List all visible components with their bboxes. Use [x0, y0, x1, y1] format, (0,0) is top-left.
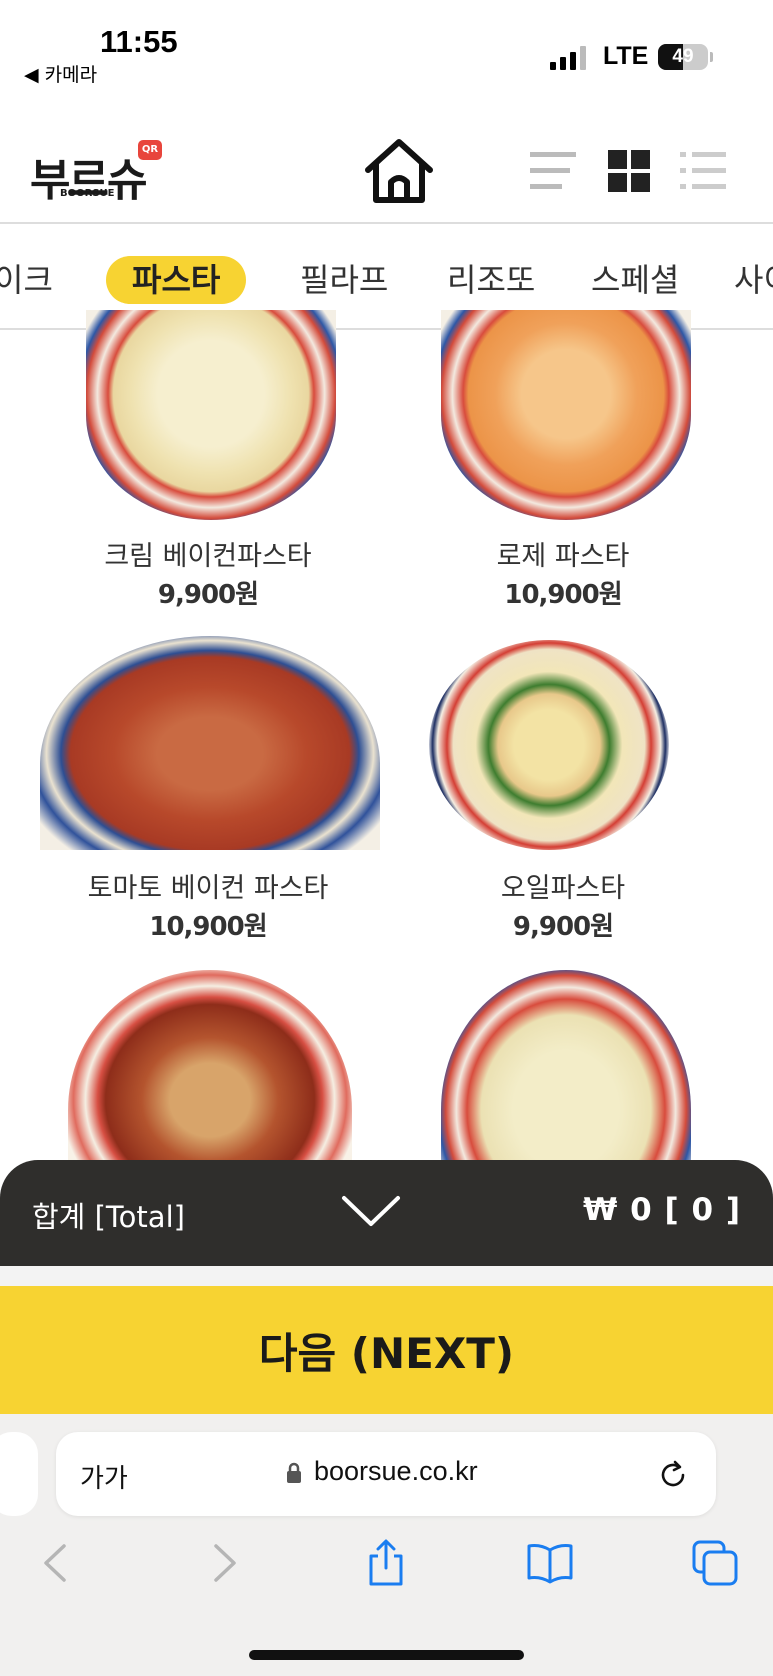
- bookmarks-icon[interactable]: [525, 1538, 575, 1588]
- battery-tip: [710, 52, 713, 62]
- product-price: 9,900원: [512, 912, 614, 942]
- previous-tab-preview[interactable]: [0, 1432, 38, 1516]
- browser-toolbar: 가가 boorsue.co.kr: [0, 1414, 773, 1676]
- tab-special[interactable]: 스페셜: [591, 256, 679, 304]
- dish-image: [86, 310, 336, 520]
- qr-badge: QR: [138, 140, 162, 160]
- product-card[interactable]: 로제 파스타 10,900원: [383, 310, 743, 620]
- cart-total-bar[interactable]: 합계 [Total] ₩ 0 [ 0 ]: [0, 1160, 773, 1266]
- detail-list-view-icon[interactable]: [680, 150, 726, 192]
- forward-arrow-icon[interactable]: [198, 1538, 248, 1588]
- product-name: 오일파스타: [500, 873, 626, 904]
- back-arrow-icon[interactable]: [32, 1538, 82, 1588]
- battery-percent: 49: [672, 46, 694, 67]
- tab-steak[interactable]: 이크: [0, 256, 53, 304]
- list-view-icon[interactable]: [530, 150, 576, 192]
- address-bar[interactable]: 가가 boorsue.co.kr: [56, 1432, 716, 1516]
- product-name: 크림 베이컨파스타: [104, 541, 312, 572]
- home-button[interactable]: [362, 134, 436, 208]
- dish-image: [441, 970, 691, 1170]
- home-indicator: [249, 1650, 524, 1660]
- dish-image: [429, 640, 669, 850]
- product-price: 10,900원: [504, 580, 622, 610]
- product-card[interactable]: 크림 베이컨파스타 9,900원: [28, 310, 388, 620]
- total-amount: ₩ 0 [ 0 ]: [583, 1192, 741, 1228]
- dish-image: [441, 310, 691, 520]
- product-card[interactable]: [28, 970, 388, 1170]
- product-card[interactable]: 토마토 베이컨 파스타 10,900원: [28, 636, 388, 942]
- chevron-down-icon[interactable]: [340, 1192, 402, 1232]
- tabs-icon[interactable]: [690, 1538, 740, 1588]
- grid-view-icon[interactable]: [606, 150, 652, 192]
- product-name: 토마토 베이컨 파스타: [87, 873, 329, 904]
- product-price: 9,900원: [157, 580, 259, 610]
- dish-image: [40, 636, 380, 850]
- status-bar: 11:55 ◀ 카메라 LTE 49: [0, 0, 773, 110]
- app-header: 부르슈 BOORSUE QR: [0, 110, 773, 224]
- brand-logo[interactable]: 부르슈 BOORSUE QR: [30, 140, 170, 206]
- battery-icon: 49: [658, 44, 708, 70]
- tab-side[interactable]: 사이: [734, 256, 773, 304]
- text-size-button[interactable]: 가가: [80, 1458, 128, 1495]
- reload-icon[interactable]: [656, 1458, 690, 1492]
- divider: [0, 1266, 773, 1286]
- home-icon: [365, 139, 433, 203]
- status-time: 11:55: [100, 24, 178, 59]
- product-price: 10,900원: [149, 912, 267, 942]
- product-card[interactable]: 오일파스타 9,900원: [383, 636, 743, 942]
- back-to-camera-link[interactable]: ◀ 카메라: [24, 60, 97, 87]
- tab-pasta[interactable]: 파스타: [106, 256, 247, 304]
- tab-pilaf[interactable]: 필라프: [300, 256, 388, 304]
- product-name: 로제 파스타: [496, 541, 630, 572]
- product-card[interactable]: [383, 970, 743, 1170]
- share-icon[interactable]: [361, 1538, 411, 1588]
- lock-icon: [287, 1462, 301, 1483]
- url-text: boorsue.co.kr: [314, 1456, 478, 1486]
- next-button[interactable]: 다음 (NEXT): [0, 1286, 773, 1414]
- tab-risotto[interactable]: 리조또: [447, 256, 535, 304]
- total-label: 합계 [Total]: [32, 1200, 185, 1234]
- cellular-signal-icon: [550, 46, 590, 70]
- network-type: LTE: [603, 42, 649, 70]
- logo-subtext: BOORSUE: [60, 188, 115, 199]
- dish-image: [68, 970, 352, 1170]
